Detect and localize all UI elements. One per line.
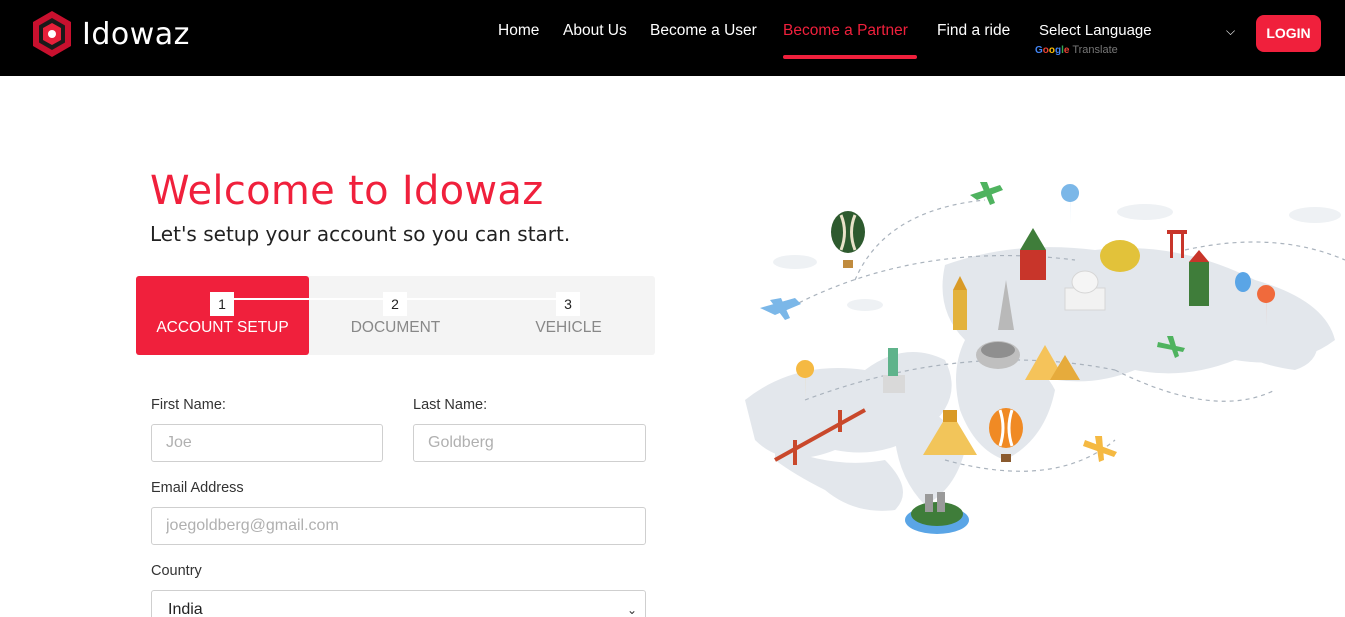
chevron-down-icon: ⌄ [626, 603, 637, 617]
google-translate-credit: Google Translate [1035, 44, 1118, 56]
signup-stepper: 1 ACCOUNT SETUP 2 DOCUMENT 3 VEHICLE [136, 276, 655, 355]
country-select[interactable]: India ⌄ [151, 590, 646, 617]
country-label: Country [151, 563, 202, 579]
step-number: 2 [383, 292, 407, 316]
top-navbar: Idowaz Home About Us Become a User Becom… [0, 0, 1345, 76]
step-document[interactable]: 2 DOCUMENT [309, 276, 482, 355]
nav-become-user[interactable]: Become a User [650, 22, 757, 40]
nav-become-partner[interactable]: Become a Partner [783, 22, 908, 40]
nav-about-us[interactable]: About Us [563, 22, 627, 40]
step-account-setup[interactable]: 1 ACCOUNT SETUP [136, 276, 309, 355]
nav-find-ride[interactable]: Find a ride [937, 22, 1010, 40]
nav-home[interactable]: Home [498, 22, 539, 40]
chevron-down-icon[interactable]: ⌵ [1226, 24, 1235, 39]
login-button[interactable]: LOGIN [1256, 15, 1321, 52]
page-subtitle: Let's setup your account so you can star… [150, 222, 571, 246]
first-name-label: First Name: [151, 397, 226, 413]
email-label: Email Address [151, 480, 244, 496]
step-label: DOCUMENT [350, 319, 441, 336]
brand-logo[interactable]: Idowaz [30, 9, 190, 59]
last-name-label: Last Name: [413, 397, 488, 413]
world-travel-map-illustration [745, 182, 1345, 534]
step-number: 3 [556, 292, 580, 316]
language-select[interactable]: Select Language [1039, 22, 1152, 39]
page-title: Welcome to Idowaz [150, 168, 544, 214]
first-name-input[interactable] [151, 424, 383, 462]
step-vehicle[interactable]: 3 VEHICLE [482, 276, 655, 355]
active-nav-indicator [783, 55, 917, 59]
step-connector [234, 298, 309, 300]
country-selected-value: India [168, 601, 203, 617]
step-label: ACCOUNT SETUP [156, 319, 289, 336]
step-number: 1 [210, 292, 234, 316]
logo-hexagon-icon [33, 11, 71, 57]
brand-name: Idowaz [82, 16, 190, 52]
google-brand: Google [1035, 45, 1070, 56]
last-name-input[interactable] [413, 424, 646, 462]
email-input[interactable] [151, 507, 646, 545]
translate-label: Translate [1072, 44, 1118, 56]
step-label: VEHICLE [535, 319, 602, 336]
